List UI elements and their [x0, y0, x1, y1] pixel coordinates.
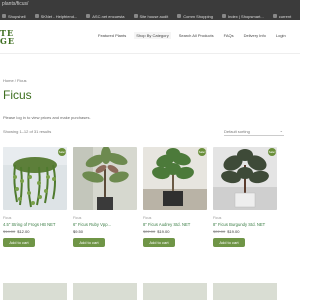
product-card[interactable]: Ficus 6" Ficus Ruby Vpp... $9.50 Add to …: [73, 147, 137, 247]
bookmark-icon: [34, 14, 39, 18]
nav-featured-plants[interactable]: Featured Plants: [96, 32, 128, 39]
nav-login[interactable]: Login: [274, 32, 288, 39]
product-image[interactable]: Sale!: [213, 147, 277, 210]
chevron-down-icon: ⌄: [279, 128, 283, 133]
bookmark-item[interactable]: Site house audit: [133, 14, 168, 19]
breadcrumb[interactable]: Home / Ficus: [3, 78, 27, 83]
sale-price: $12.00: [17, 229, 30, 234]
product-category[interactable]: Ficus: [143, 216, 207, 220]
add-to-cart-button[interactable]: Add to cart: [213, 238, 245, 247]
bookmark-item[interactable]: SKNet - Helpfriend...: [34, 14, 77, 19]
login-message: Please log in to view prices and make pu…: [3, 115, 91, 120]
site-header: TE GE Featured Plants Shop By Category S…: [0, 20, 300, 54]
old-price: $14.00: [3, 229, 16, 234]
bookmark-item[interactable]: ASC.net encuesta: [86, 14, 125, 19]
product-price: $22.00 $19.00: [143, 229, 207, 234]
product-price: $22.00 $19.00: [213, 229, 277, 234]
address-bar[interactable]: plants/ficus/: [2, 1, 28, 7]
product-card[interactable]: Sale! Ficus 8" Ficus Audrey Std. NET $22…: [143, 147, 207, 247]
sale-badge: Sale!: [198, 148, 206, 156]
product-card[interactable]: Sale! Ficus 8" Ficus Burgundy Std. NET $…: [213, 147, 277, 247]
product-image[interactable]: Sale!: [143, 147, 207, 210]
product-image[interactable]: [73, 283, 137, 300]
product-category[interactable]: Ficus: [3, 216, 67, 220]
product-name[interactable]: 6" Ficus Ruby Vpp...: [73, 222, 137, 227]
product-image[interactable]: Sale!: [3, 147, 67, 210]
bookmark-item[interactable]: Shopshell: [2, 14, 26, 19]
sale-price: $19.00: [157, 229, 170, 234]
bookmarks-bar: Shopshell SKNet - Helpfriend... ASC.net …: [0, 12, 300, 20]
sale-badge: Sale!: [268, 148, 276, 156]
nav-shop-by-category[interactable]: Shop By Category: [134, 32, 171, 39]
sort-selected-value: Default sorting: [224, 129, 250, 134]
bookmark-icon: [222, 14, 226, 18]
product-category[interactable]: Ficus: [213, 216, 277, 220]
nav-faqs[interactable]: FAQs: [222, 32, 236, 39]
browser-chrome: plants/ficus/ Shopshell SKNet - Helpfrie…: [0, 0, 300, 20]
product-image[interactable]: [73, 147, 137, 210]
page-title: Ficus: [3, 88, 32, 102]
bookmark-icon: [2, 14, 6, 18]
bookmark-icon: [86, 14, 91, 18]
sale-badge: Sale!: [58, 148, 66, 156]
product-card[interactable]: Sale! Ficus 4.5" String of Frogs HB NET …: [3, 147, 67, 247]
sale-price: $19.00: [227, 229, 240, 234]
nav-delivery-info[interactable]: Delivery Info: [242, 32, 268, 39]
product-image[interactable]: [213, 283, 277, 300]
main-nav: Featured Plants Shop By Category Search …: [96, 32, 288, 39]
product-image[interactable]: [3, 283, 67, 300]
product-price: $9.50: [73, 229, 137, 234]
old-price: $22.00: [213, 229, 226, 234]
bookmark-icon: [272, 14, 277, 18]
add-to-cart-button[interactable]: Add to cart: [73, 238, 105, 247]
product-name[interactable]: 4.5" String of Frogs HB NET: [3, 222, 67, 227]
sort-select[interactable]: Default sorting ⌄: [224, 127, 284, 136]
bookmark-item[interactable]: Comm Shopping: [177, 14, 213, 19]
bookmark-item[interactable]: Index | Shopsmart...: [222, 14, 264, 19]
bookmark-icon: [133, 14, 138, 18]
add-to-cart-button[interactable]: Add to cart: [143, 238, 175, 247]
bookmark-icon: [177, 14, 182, 18]
product-name[interactable]: 8" Ficus Burgundy Std. NET: [213, 222, 277, 227]
product-price-value: $9.50: [73, 229, 84, 234]
add-to-cart-button[interactable]: Add to cart: [3, 238, 35, 247]
product-price: $14.00 $12.00: [3, 229, 67, 234]
product-category[interactable]: Ficus: [73, 216, 137, 220]
nav-search-all-products[interactable]: Search All Products: [177, 32, 216, 39]
result-count: Showing 1–12 of 31 results: [3, 129, 52, 134]
product-image[interactable]: [143, 283, 207, 300]
site-logo[interactable]: TE GE: [0, 29, 15, 45]
old-price: $22.00: [143, 229, 156, 234]
product-name[interactable]: 8" Ficus Audrey Std. NET: [143, 222, 207, 227]
bookmark-item[interactable]: current: [272, 14, 291, 19]
